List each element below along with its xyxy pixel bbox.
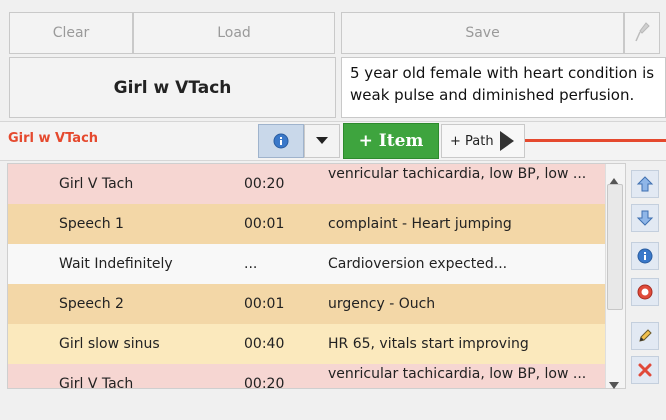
item-duration: 00:20 (244, 376, 285, 388)
item-note: Cardioversion expected... (328, 256, 508, 272)
item-name: Girl V Tach (59, 176, 134, 192)
item-name: Speech 1 (59, 216, 124, 232)
play-arrow-icon (499, 131, 514, 151)
list-item[interactable]: Girl slow sinus 00:40 HR 65, vitals start … (8, 324, 605, 364)
pin-icon (635, 22, 650, 42)
path-line (525, 139, 666, 142)
item-duration: 00:20 (244, 176, 285, 192)
item-note: urgency - Ouch (328, 296, 436, 312)
item-duration: 00:01 (244, 296, 285, 312)
item-duration: 00:01 (244, 216, 285, 232)
scroll-down-arrow[interactable] (609, 374, 619, 393)
description-line-1: 5 year old female with heart condition i… (350, 64, 655, 82)
scroll-thumb[interactable] (607, 184, 623, 310)
item-name: Girl slow sinus (59, 336, 160, 352)
move-down-button[interactable] (631, 204, 659, 232)
clear-button[interactable]: Clear (9, 12, 133, 54)
info-icon (637, 248, 653, 264)
item-note: venricular tachicardia, low BP, low ... (328, 166, 587, 182)
list-item[interactable]: Girl V Tach 00:20 venricular tachicardia, … (8, 164, 605, 204)
list-item[interactable]: Wait Indefinitely... Cardioversion expect… (8, 244, 605, 284)
item-note: venricular tachicardia, low BP, low ... (328, 366, 587, 382)
add-path-label: + Path (450, 133, 494, 149)
pin-button[interactable] (624, 12, 660, 54)
chevron-down-icon (316, 137, 328, 144)
move-up-button[interactable] (631, 170, 659, 198)
move-down-icon (636, 210, 654, 226)
path-info-button[interactable] (258, 124, 304, 158)
load-button[interactable]: Load (133, 12, 335, 54)
add-item-button[interactable]: + Item (343, 123, 439, 159)
info-icon (273, 133, 289, 149)
item-name: Wait Indefinitely (59, 256, 173, 272)
item-rows: Girl V Tach 00:20 venricular tachicardia, … (8, 164, 605, 388)
item-name: Girl V Tach (59, 376, 134, 388)
item-duration: 00:40 (244, 336, 285, 352)
path-name: Girl w VTach (8, 131, 99, 146)
item-note: complaint - Heart jumping (328, 216, 512, 232)
edit-button[interactable] (631, 322, 659, 350)
list-item[interactable]: Speech 2 00:01 urgency - Ouch (8, 284, 605, 324)
list-item[interactable]: Girl V Tach 00:20 venricular tachicardia, … (8, 364, 605, 388)
item-duration: ... (244, 256, 258, 272)
delete-button[interactable] (631, 356, 659, 384)
item-info-button[interactable] (631, 242, 659, 270)
item-name: Speech 2 (59, 296, 124, 312)
stop-icon (637, 284, 653, 300)
stop-button[interactable] (631, 278, 659, 306)
item-note: HR 65, vitals start improving (328, 336, 529, 352)
path-dropdown-button[interactable] (304, 124, 340, 158)
description-line-2: weak pulse and diminished perfusion. (350, 86, 635, 104)
edit-icon (639, 329, 652, 342)
scenario-description[interactable]: 5 year old female with heart condition i… (341, 57, 666, 118)
save-button[interactable]: Save (341, 12, 624, 54)
add-path-button[interactable]: + Path (441, 124, 525, 158)
scenario-title: Girl w VTach (9, 57, 336, 118)
delete-icon (638, 363, 652, 377)
list-item[interactable]: Speech 1 00:01 complaint - Heart jumping (8, 204, 605, 244)
move-up-icon (636, 176, 654, 192)
